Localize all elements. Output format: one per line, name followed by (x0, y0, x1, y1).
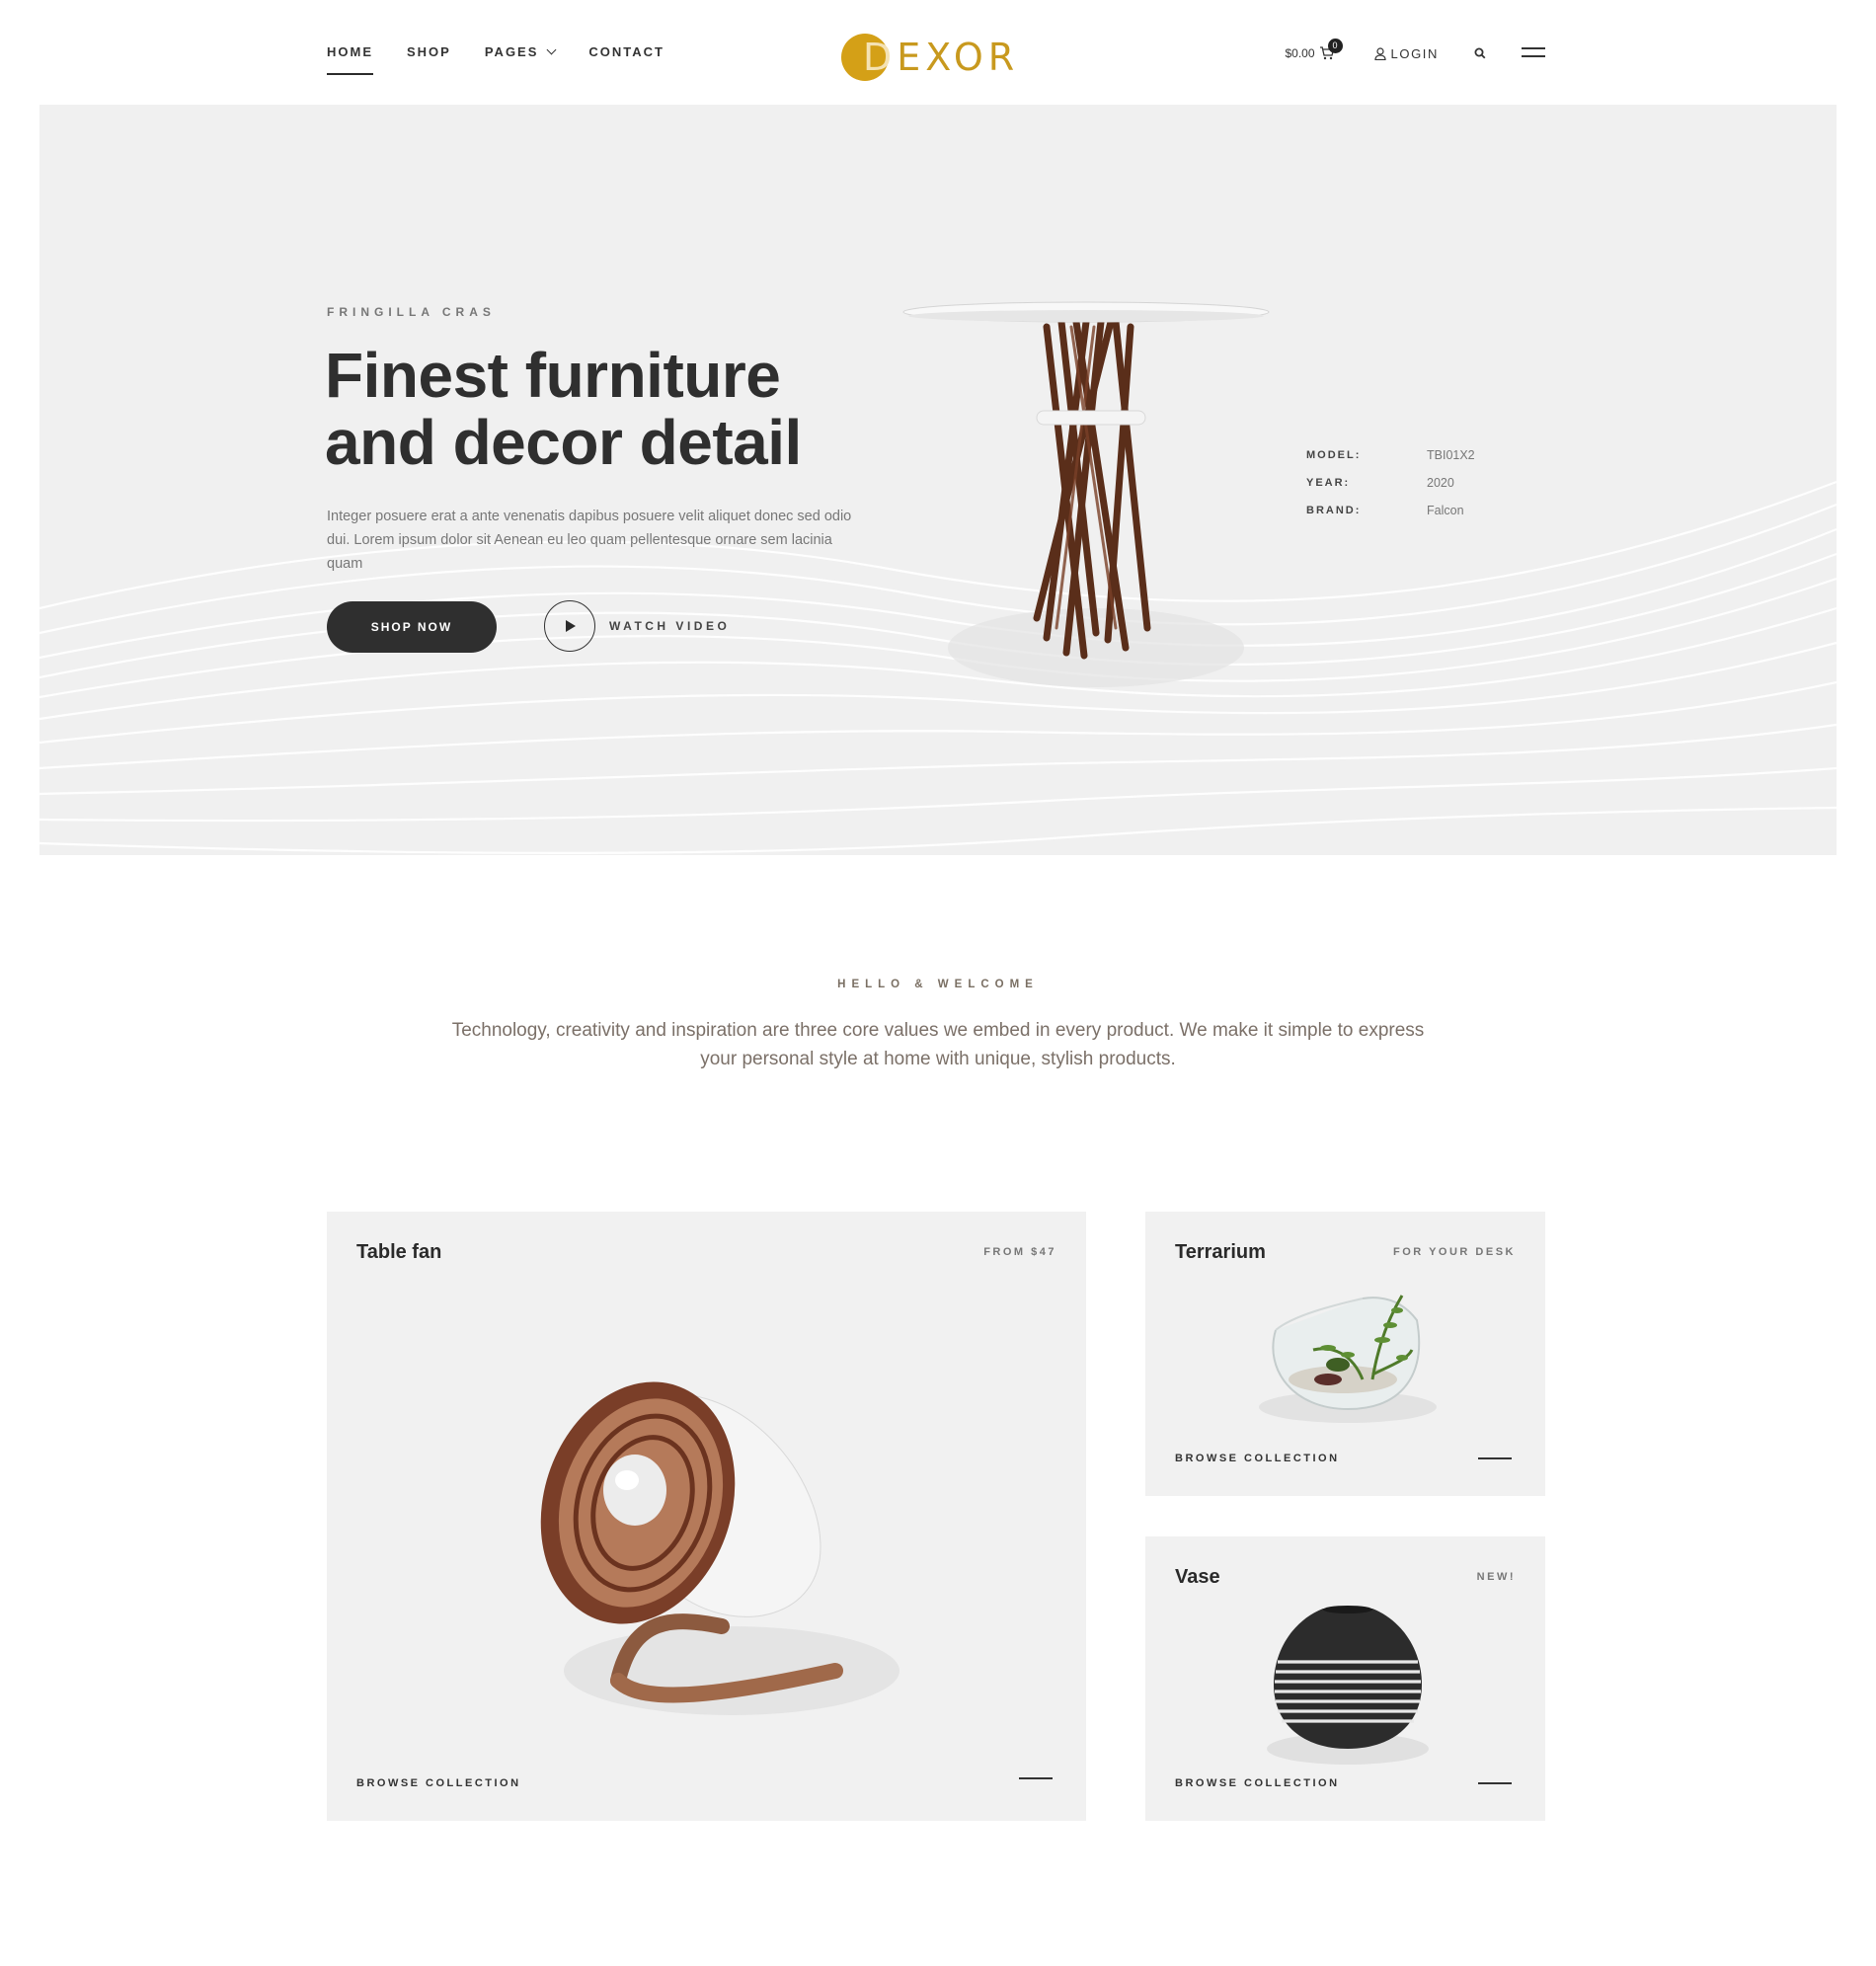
arrow-line-icon[interactable] (1478, 1457, 1512, 1459)
cart-count-badge: 0 (1327, 39, 1343, 53)
spec-year: YEAR: 2020 (1306, 476, 1454, 490)
cart-button[interactable]: $0.00 0 (1285, 39, 1343, 60)
cart-total: $0.00 (1285, 46, 1315, 60)
hamburger-icon (1522, 47, 1545, 49)
hero-title-line2: and decor detail (325, 407, 802, 478)
product-specs: MODEL: TBI01X2 YEAR: 2020 BRAND: Falcon (1306, 445, 1475, 528)
user-icon (1373, 46, 1386, 60)
product-card-terrarium[interactable]: Terrarium FOR YOUR DESK BROWSE COLLECTIO… (1145, 1212, 1545, 1496)
card-tag: NEW! (1476, 1571, 1516, 1583)
arrow-line-icon[interactable] (1478, 1782, 1512, 1784)
hero-section: FRINGILLA CRAS Finest furniture and deco… (39, 105, 1837, 855)
product-card-vase[interactable]: Vase NEW! BROWSE COLLECTION (1145, 1536, 1545, 1821)
card-title: Terrarium (1175, 1241, 1266, 1263)
card-title: Vase (1175, 1566, 1220, 1588)
card-tag: FROM $47 (983, 1246, 1056, 1258)
hero-title: Finest furniture and decor detail (325, 342, 802, 476)
card-tag: FOR YOUR DESK (1393, 1246, 1516, 1258)
site-header: HOME SHOP PAGES CONTACT DEXOR $0.00 0 LO… (0, 0, 1876, 105)
card-title: Table fan (356, 1241, 442, 1263)
chevron-down-icon (546, 44, 557, 55)
main-nav: HOME SHOP PAGES CONTACT (327, 43, 698, 75)
side-table-image (902, 301, 1270, 687)
terrarium-image (1259, 1295, 1437, 1423)
watch-video-button[interactable]: WATCH VIDEO (544, 600, 730, 652)
welcome-eyebrow: HELLO & WELCOME (837, 979, 1039, 990)
product-card-table-fan[interactable]: Table fan FROM $47 BROWSE COLLECTION (327, 1212, 1086, 1821)
spec-model: MODEL: TBI01X2 (1306, 448, 1475, 462)
browse-collection-link[interactable]: BROWSE COLLECTION (356, 1777, 521, 1789)
browse-collection-link[interactable]: BROWSE COLLECTION (1175, 1453, 1340, 1464)
logo-text: DEXOR (863, 36, 1020, 79)
nav-pages-label: PAGES (484, 44, 539, 59)
nav-contact-label: CONTACT (588, 44, 664, 59)
nav-contact[interactable]: CONTACT (588, 43, 664, 75)
welcome-text: Technology, creativity and inspiration a… (451, 1020, 1425, 1069)
shop-now-button[interactable]: SHOP NOW (327, 601, 497, 653)
hero-title-line1: Finest furniture (325, 340, 781, 411)
arrow-line-icon[interactable] (1019, 1777, 1053, 1779)
search-button[interactable] (1474, 47, 1486, 59)
search-icon (1474, 47, 1486, 59)
play-icon (544, 600, 595, 652)
nav-pages[interactable]: PAGES (484, 43, 557, 75)
nav-shop-label: SHOP (407, 44, 451, 59)
vase-image (1267, 1606, 1429, 1765)
hamburger-button[interactable] (1522, 47, 1545, 59)
table-fan-image (540, 1381, 899, 1715)
nav-home-label: HOME (327, 44, 373, 59)
login-link[interactable]: LOGIN (1373, 45, 1439, 61)
hero-eyebrow: FRINGILLA CRAS (327, 305, 496, 319)
browse-collection-link[interactable]: BROWSE COLLECTION (1175, 1777, 1340, 1789)
watch-video-label: WATCH VIDEO (609, 619, 731, 633)
nav-shop[interactable]: SHOP (407, 43, 451, 75)
spec-brand: BRAND: Falcon (1306, 504, 1464, 517)
site-logo[interactable]: DEXOR (841, 32, 1014, 83)
hero-description: Integer posuere erat a ante venenatis da… (327, 509, 852, 572)
login-label: LOGIN (1390, 45, 1439, 61)
nav-home[interactable]: HOME (327, 43, 373, 75)
header-actions: $0.00 0 LOGIN (1285, 39, 1545, 67)
